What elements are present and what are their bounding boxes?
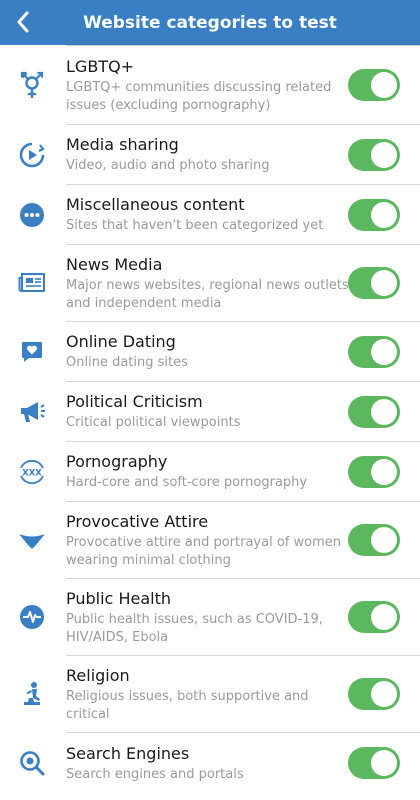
toggle-knob (371, 270, 397, 296)
category-description: Search engines and portals (66, 766, 244, 782)
toggle-knob (371, 72, 397, 98)
toggle-knob (371, 527, 397, 553)
category-title: Pornography (66, 452, 168, 471)
xxx-icon: XXX (14, 454, 50, 490)
category-toggle[interactable] (348, 335, 400, 368)
category-row-online-dating: Online Dating Online dating sites (22, 322, 420, 382)
category-description: Online dating sites (66, 355, 188, 370)
category-list: LGBTQ+ LGBTQ+ communities discussing rel… (0, 46, 420, 793)
category-title: Media sharing (66, 135, 179, 154)
category-description: Major news websites, regional news outle… (66, 277, 349, 311)
category-row-political-criticism: Political Criticism Critical political v… (21, 382, 420, 442)
search-magnifier-icon (14, 745, 50, 781)
category-toggle[interactable] (348, 455, 400, 488)
category-toggle[interactable] (348, 198, 400, 231)
play-circle-icon (14, 137, 50, 173)
category-toggle[interactable] (348, 747, 400, 779)
category-title: Religion (66, 665, 130, 685)
app-header: Website categories to test (0, 0, 420, 45)
more-dots-icon (14, 197, 50, 233)
toggle-knob (371, 338, 397, 365)
category-row-religion: Religion Religious issues, both supporti… (24, 656, 420, 733)
category-title: Online Dating (66, 332, 176, 351)
category-title: Search Engines (66, 743, 190, 763)
bikini-icon (14, 522, 50, 558)
back-button[interactable] (8, 7, 38, 37)
toggle-knob (371, 141, 397, 168)
category-toggle[interactable] (348, 267, 400, 299)
page-title: Website categories to test (83, 12, 337, 33)
category-toggle[interactable] (348, 69, 400, 101)
category-toggle[interactable] (348, 678, 400, 710)
category-row-search-engines: Search Engines Search engines and portal… (20, 733, 420, 793)
category-row-lgbtq: LGBTQ+ LGBTQ+ communities discussing rel… (20, 46, 420, 125)
category-row-news-media: News Media Major news websites, regional… (18, 245, 420, 322)
heartbeat-icon (14, 599, 50, 635)
category-description: Critical political viewpoints (66, 415, 241, 430)
toggle-knob (371, 458, 397, 485)
toggle-knob (371, 201, 397, 228)
newspaper-icon (14, 265, 50, 301)
category-description: Public health issues, such as COVID-19, … (66, 611, 323, 645)
category-description: LGBTQ+ communities discussing related is… (66, 79, 332, 113)
category-title: Political Criticism (66, 392, 203, 411)
category-title: Provocative Attire (66, 511, 209, 531)
praying-person-icon (14, 676, 50, 712)
toggle-knob (371, 604, 397, 630)
category-title: News Media (66, 254, 163, 274)
category-toggle[interactable] (348, 138, 400, 171)
category-row-miscellaneous: Miscellaneous content Sites that haven't… (20, 185, 420, 245)
category-description: Religious issues, both supportive and cr… (66, 688, 309, 722)
chevron-left-icon (17, 11, 29, 33)
heart-chat-icon (14, 334, 50, 370)
category-description: Sites that haven't been categorized yet (66, 218, 324, 233)
category-row-provocative-attire: Provocative Attire Provocative attire an… (19, 502, 420, 579)
category-title: Miscellaneous content (66, 195, 245, 214)
toggle-knob (371, 750, 397, 776)
category-toggle[interactable] (348, 601, 400, 633)
category-description: Provocative attire and portrayal of wome… (66, 534, 341, 568)
category-description: Hard-core and soft-core pornography (66, 475, 308, 490)
toggle-knob (371, 681, 397, 707)
transgender-symbol-icon (14, 67, 50, 103)
svg-text:XXX: XXX (22, 468, 42, 478)
category-row-media-sharing: Media sharing Video, audio and photo sha… (19, 125, 420, 185)
megaphone-icon (14, 394, 50, 430)
category-title: Public Health (66, 588, 171, 608)
category-toggle[interactable] (348, 524, 400, 556)
category-description: Video, audio and photo sharing (66, 158, 270, 173)
category-row-pornography: XXX Pornography Hard-core and soft-core … (20, 442, 420, 502)
toggle-knob (371, 398, 397, 425)
category-row-public-health: Public Health Public health issues, such… (20, 579, 420, 656)
category-title: LGBTQ+ (66, 56, 135, 76)
category-toggle[interactable] (348, 395, 400, 428)
